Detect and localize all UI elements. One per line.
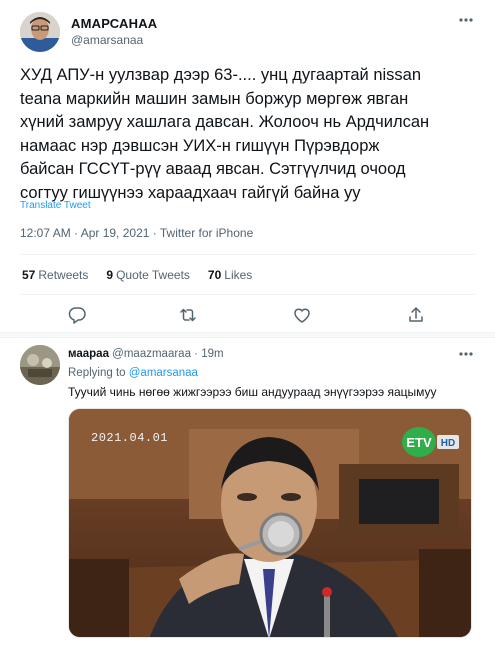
retweet-icon[interactable]: [177, 304, 199, 326]
dot-separator: ·: [194, 348, 199, 360]
tweet-text-line: байсан ГССҮТ-рүү аваад явсан. Сэтгүүлчид…: [20, 160, 406, 178]
more-horizontal-icon[interactable]: [456, 10, 476, 30]
more-horizontal-icon[interactable]: [456, 344, 476, 364]
reply-header: маараа @maazmaaraa · 19m: [68, 348, 224, 360]
retweets-stat[interactable]: 57 Retweets: [22, 268, 88, 282]
retweets-label: Retweets: [38, 268, 89, 282]
main-tweet: АМАРСАНАА @amarsanaa ХУД АПУ-н уулзвар д…: [0, 0, 495, 332]
quotes-label: Quote Tweets: [116, 268, 190, 282]
reply-text: Туучий чинь нөгөө жижгээрээ биш андуураа…: [68, 385, 437, 399]
etv-logo-text: ETV: [406, 435, 432, 450]
replying-to: Replying to @amarsanaa: [68, 367, 198, 379]
translate-tweet-link[interactable]: Translate Tweet: [20, 200, 91, 211]
quotes-count: 9: [106, 268, 114, 282]
tweet-text-line: teana маркийн машин замын боржур мөргөж …: [20, 89, 409, 108]
author-avatar[interactable]: [20, 12, 60, 52]
like-icon[interactable]: [291, 304, 313, 326]
tweet-timestamp[interactable]: 12:07 AM · Apr 19, 2021 · Twitter for iP…: [20, 226, 253, 240]
retweets-count: 57: [22, 268, 36, 282]
reply-author-handle[interactable]: @maazmaaraa: [112, 348, 191, 360]
tweet-text-line: хүний замруу хашлага давсан. Жолооч нь А…: [20, 113, 430, 131]
likes-count: 70: [207, 268, 222, 282]
tweet-text-line: намаас нэр дэвшсэн УИХ-н гишүүн Пүрэвдор…: [20, 136, 380, 155]
media-date-overlay: 2021.04.01: [91, 431, 169, 445]
author-name[interactable]: АМАРСАНАА: [71, 16, 157, 31]
author-handle[interactable]: @amarsanaa: [71, 33, 143, 47]
replying-prefix: Replying to: [68, 367, 126, 379]
reply-author-name[interactable]: маараа: [68, 348, 109, 360]
divider: [20, 254, 475, 255]
etv-channel-logo: ETV HD: [401, 425, 461, 459]
share-icon[interactable]: [405, 304, 427, 326]
tweet-text-line: ХУД АПУ-н уулзвар дээр 63-.... унц дугаа…: [20, 66, 422, 84]
tweet-stats: 57 Retweets 9 Quote Tweets 70 Likes: [22, 268, 252, 282]
tweet-actions: [0, 304, 495, 326]
replying-handle-link[interactable]: @amarsanaa: [129, 367, 198, 379]
hd-badge-text: HD: [441, 438, 455, 449]
reply-media-image[interactable]: 2021.04.01 ETV HD: [68, 408, 472, 638]
reply-avatar[interactable]: [20, 345, 60, 385]
divider: [20, 294, 475, 295]
reply-time[interactable]: 19m: [201, 348, 223, 360]
reply-icon[interactable]: [66, 304, 88, 326]
reply-tweet[interactable]: маараа @maazmaaraa · 19m Replying to @am…: [0, 338, 495, 645]
likes-label: Likes: [224, 268, 253, 282]
quotes-stat[interactable]: 9 Quote Tweets: [106, 268, 190, 282]
tweet-text: ХУД АПУ-н уулзвар дээр 63-.... унц дугаа…: [20, 64, 480, 205]
likes-stat[interactable]: 70 Likes: [208, 268, 252, 282]
